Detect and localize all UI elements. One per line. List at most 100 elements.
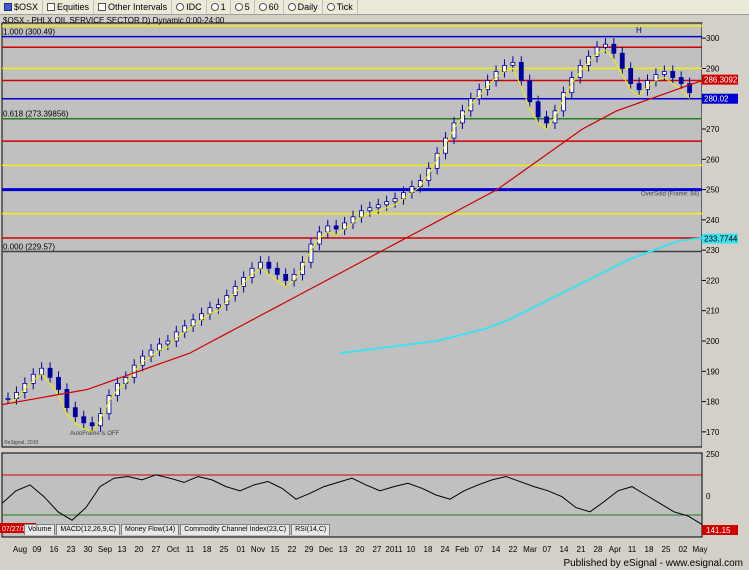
- study-tab[interactable]: RSI(14,C): [291, 524, 331, 535]
- candle-body: [510, 61, 516, 66]
- symbol-box[interactable]: $OSX: [0, 0, 44, 14]
- interval-icon: [326, 3, 335, 11]
- x-tick-label: 11: [628, 545, 637, 554]
- candle-body: [64, 389, 70, 409]
- candle-body: [81, 416, 87, 424]
- menu-icon: [4, 3, 12, 11]
- x-tick-label: 07: [543, 545, 552, 554]
- study-tab[interactable]: Commodity Channel Index(23,C): [180, 524, 291, 535]
- candle-body: [661, 71, 667, 75]
- x-tick-label: 09: [33, 545, 42, 554]
- x-tick-label: 18: [424, 545, 433, 554]
- candle-body: [123, 376, 129, 384]
- y-tick-label: 230: [706, 246, 720, 255]
- rsi-tag: 141.15: [706, 526, 731, 535]
- candle-body: [56, 376, 61, 390]
- x-tick-label: 24: [441, 545, 450, 554]
- study-tab[interactable]: Volume: [24, 524, 56, 535]
- interval-icon: [287, 3, 296, 11]
- y-tick-label: 180: [706, 398, 720, 407]
- study-tab[interactable]: Money Flow(14): [121, 524, 180, 535]
- candle-body: [628, 68, 634, 84]
- x-tick-label: 15: [271, 545, 280, 554]
- candle-body: [518, 61, 524, 81]
- candle-body: [527, 80, 533, 103]
- copyright-label: ©eSignal, 2010: [4, 439, 38, 446]
- interval-60-button[interactable]: 60: [255, 0, 284, 14]
- candle-body: [603, 43, 608, 48]
- chart-title: $OSX - PHLX OIL SERVICE SECTOR.D) Dynami…: [3, 16, 225, 25]
- x-tick-label: 16: [50, 545, 59, 554]
- candle-body: [678, 77, 684, 84]
- y-tick-label: 240: [706, 216, 720, 225]
- x-tick-label: 13: [118, 545, 127, 554]
- y-tick-label: 210: [706, 307, 720, 316]
- candle-body: [47, 367, 53, 378]
- x-tick-label: 28: [594, 545, 603, 554]
- equities-icon: [47, 3, 56, 11]
- published-by: Published by eSignal - www.esignal.com: [563, 558, 743, 569]
- x-tick-label: 07: [475, 545, 484, 554]
- candle-body: [367, 207, 373, 212]
- y-tick-label: 190: [706, 367, 720, 376]
- other-intervals-button[interactable]: Other Intervals: [94, 0, 173, 14]
- h-marker: H: [636, 26, 642, 35]
- x-tick-label: 18: [645, 545, 654, 554]
- x-tick-label: 13: [339, 545, 348, 554]
- x-tick-label: Sep: [98, 545, 113, 554]
- candle-body: [266, 261, 272, 269]
- x-tick-label: Aug: [13, 545, 27, 554]
- x-tick-label: 27: [152, 545, 161, 554]
- interval-5-button[interactable]: 5: [231, 0, 255, 14]
- chart-toolbar: $OSX Equities Other Intervals IDC 1 5 60…: [0, 0, 749, 15]
- study-tabs: Volume MACD(12,26,9,C) Money Flow(14) Commo…: [0, 524, 331, 535]
- interval-1-button[interactable]: 1: [207, 0, 231, 14]
- candle-body: [72, 407, 78, 418]
- autoframe-label: AutoFrame is OFF: [70, 431, 120, 437]
- candle-body: [619, 52, 625, 69]
- price-chart: 1701801902002102202302402502602702802903…: [0, 16, 749, 554]
- oversold-label: OverSold (Frame: 84): [641, 192, 699, 198]
- y-tick-label: 170: [706, 428, 720, 437]
- candle-body: [384, 201, 390, 206]
- cyan-level-tag: 233.7744: [704, 235, 738, 244]
- candle-body: [39, 367, 45, 375]
- x-tick-label: 10: [407, 545, 416, 554]
- plot-area: [1, 22, 703, 448]
- x-tick-label: 23: [67, 545, 76, 554]
- x-tick-label: 14: [560, 545, 569, 554]
- interval-tick-button[interactable]: Tick: [323, 0, 358, 14]
- x-tick-label: Dec: [319, 545, 333, 554]
- equities-button[interactable]: Equities: [43, 0, 95, 14]
- x-tick-label: 21: [577, 545, 586, 554]
- x-tick-label: Feb: [455, 545, 469, 554]
- fib-label-mid: 0.618 (273.39856): [3, 110, 69, 119]
- last-price-tag: 286.3092: [704, 76, 738, 85]
- gear-icon: [176, 3, 185, 11]
- candle-body: [611, 43, 617, 54]
- intervals-icon: [98, 3, 107, 11]
- x-tick-label: 18: [203, 545, 212, 554]
- candle-body: [333, 225, 339, 230]
- x-tick-label: Nov: [251, 545, 265, 554]
- y-tick-label: 200: [706, 337, 720, 346]
- interval-daily-button[interactable]: Daily: [284, 0, 323, 14]
- idc-button[interactable]: IDC: [172, 0, 207, 14]
- x-tick-label: 2011: [385, 545, 403, 554]
- study-tab[interactable]: MACD(12,26,9,C): [56, 524, 120, 535]
- candle-body: [283, 273, 289, 281]
- interval-icon: [210, 3, 219, 11]
- x-tick-label: 22: [509, 545, 518, 554]
- candle-body: [636, 83, 642, 91]
- x-tick-label: 20: [135, 545, 144, 554]
- candle-body: [5, 398, 11, 400]
- x-tick-label: Oct: [167, 545, 180, 554]
- candle-body: [670, 71, 676, 78]
- symbol-label: $OSX: [14, 2, 39, 12]
- x-tick-label: 25: [662, 545, 671, 554]
- rsi-tick-label: 250: [706, 450, 720, 459]
- x-tick-label: 25: [220, 545, 229, 554]
- y-tick-label: 270: [706, 125, 720, 134]
- candle-body: [215, 304, 221, 309]
- y-tick-label: 260: [706, 155, 720, 164]
